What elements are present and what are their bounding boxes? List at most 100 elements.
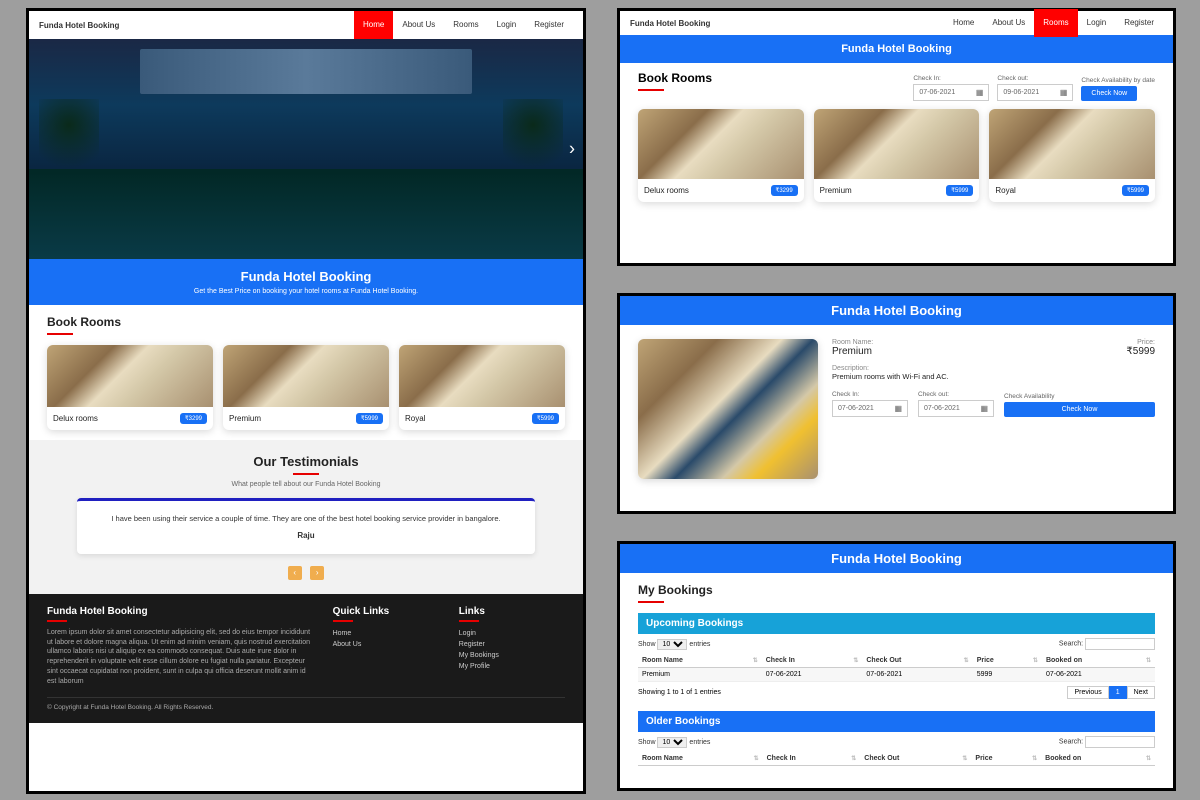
room-image bbox=[814, 109, 980, 179]
col-room[interactable]: Room Name⇅ bbox=[638, 752, 763, 766]
home-page: Funda Hotel Booking Home About Us Rooms … bbox=[26, 8, 586, 794]
table-controls: Show 10 entries Search: bbox=[638, 732, 1155, 752]
price-label: Price: bbox=[1126, 339, 1155, 346]
section-title: Book Rooms bbox=[638, 71, 905, 85]
cell-booked: 07-06-2021 bbox=[1042, 668, 1155, 682]
room-card-delux[interactable]: Delux rooms₹3299 bbox=[47, 345, 213, 430]
nav-rooms[interactable]: Rooms bbox=[444, 11, 487, 39]
footer-link-bookings[interactable]: My Bookings bbox=[459, 650, 565, 661]
sort-icon[interactable]: ⇅ bbox=[1032, 755, 1037, 762]
bookings-table-older: Room Name⇅ Check In⇅ Check Out⇅ Price⇅ B… bbox=[638, 752, 1155, 766]
room-card-royal[interactable]: Royal₹5999 bbox=[989, 109, 1155, 202]
col-price[interactable]: Price⇅ bbox=[973, 654, 1042, 668]
room-detail-page: Funda Hotel Booking Room Name:Premium Pr… bbox=[617, 293, 1176, 514]
room-name: Premium bbox=[820, 186, 852, 195]
hero-carousel: › bbox=[29, 39, 583, 259]
navbar: Funda Hotel Booking Home About Us Rooms … bbox=[620, 11, 1173, 35]
sort-icon[interactable]: ⇅ bbox=[853, 657, 858, 664]
calendar-icon[interactable]: ▦ bbox=[976, 88, 984, 97]
availability-field: Check AvailabilityCheck Now bbox=[1004, 393, 1155, 417]
checkin-input[interactable]: 07-06-2021▦ bbox=[913, 84, 989, 101]
room-name: Royal bbox=[995, 186, 1015, 195]
room-price: ₹5999 bbox=[1126, 346, 1155, 357]
room-cards: Delux rooms₹3299 Premium ₹5999 Royal₹5999 bbox=[620, 109, 1173, 214]
footer-link-register[interactable]: Register bbox=[459, 639, 565, 650]
nav-register[interactable]: Register bbox=[1115, 9, 1163, 37]
hero-banner: Funda Hotel Booking Get the Best Price o… bbox=[29, 259, 583, 305]
check-now-button[interactable]: Check Now bbox=[1081, 86, 1137, 101]
nav-register[interactable]: Register bbox=[525, 11, 573, 39]
room-card-royal[interactable]: Royal₹5999 bbox=[399, 345, 565, 430]
sort-icon[interactable]: ⇅ bbox=[962, 755, 967, 762]
room-card-premium[interactable]: Premium₹5999 bbox=[223, 345, 389, 430]
nav-login[interactable]: Login bbox=[488, 11, 526, 39]
pagination: Previous1Next bbox=[1067, 686, 1155, 699]
footer-quicklinks-title: Quick Links bbox=[333, 606, 439, 617]
footer: Funda Hotel Booking Lorem ipsum dolor si… bbox=[29, 594, 583, 722]
page-1[interactable]: 1 bbox=[1109, 686, 1127, 699]
sort-icon[interactable]: ⇅ bbox=[851, 755, 856, 762]
testimonial-prev-icon[interactable]: ‹ bbox=[288, 566, 302, 580]
nav-rooms[interactable]: Rooms bbox=[1034, 9, 1077, 37]
checkin-input[interactable]: 07-06-2021▦ bbox=[832, 400, 908, 417]
nav-about[interactable]: About Us bbox=[983, 9, 1034, 37]
nav-about[interactable]: About Us bbox=[393, 11, 444, 39]
col-checkout[interactable]: Check Out⇅ bbox=[860, 752, 971, 766]
prev-button[interactable]: Previous bbox=[1067, 686, 1108, 699]
nav-home[interactable]: Home bbox=[354, 11, 393, 39]
col-checkin[interactable]: Check In⇅ bbox=[762, 654, 863, 668]
table-row[interactable]: Premium 07-06-2021 07-06-2021 5999 07-06… bbox=[638, 668, 1155, 682]
room-price: ₹5999 bbox=[946, 185, 973, 196]
footer-link-login[interactable]: Login bbox=[459, 628, 565, 639]
calendar-icon[interactable]: ▦ bbox=[894, 404, 902, 413]
cell-price: 5999 bbox=[973, 668, 1042, 682]
footer-link-home[interactable]: Home bbox=[333, 628, 439, 639]
entries-select[interactable]: 10 bbox=[657, 639, 687, 650]
sort-icon[interactable]: ⇅ bbox=[1146, 755, 1151, 762]
brand-logo: Funda Hotel Booking bbox=[39, 21, 119, 30]
room-card-delux[interactable]: Delux rooms₹3299 bbox=[638, 109, 804, 202]
nav-login[interactable]: Login bbox=[1078, 9, 1116, 37]
search-label: Search: bbox=[1059, 739, 1083, 746]
col-price[interactable]: Price⇅ bbox=[971, 752, 1041, 766]
older-header: Older Bookings bbox=[638, 711, 1155, 732]
sort-icon[interactable]: ⇅ bbox=[1146, 657, 1151, 664]
testimonial-nav: ‹ › bbox=[47, 562, 565, 580]
room-card-premium[interactable]: Premium ₹5999 bbox=[814, 109, 980, 202]
checkout-field: Check out:07-06-2021▦ bbox=[918, 391, 994, 417]
next-button[interactable]: Next bbox=[1127, 686, 1155, 699]
calendar-icon[interactable]: ▦ bbox=[1060, 88, 1068, 97]
col-room[interactable]: Room Name⇅ bbox=[638, 654, 762, 668]
footer-copyright: © Copyright at Funda Hotel Booking. All … bbox=[47, 697, 565, 711]
banner-tagline: Get the Best Price on booking your hotel… bbox=[29, 288, 583, 295]
col-booked[interactable]: Booked on⇅ bbox=[1041, 752, 1155, 766]
sort-icon[interactable]: ⇅ bbox=[753, 657, 758, 664]
col-booked[interactable]: Booked on⇅ bbox=[1042, 654, 1155, 668]
room-image bbox=[638, 109, 804, 179]
carousel-next-icon[interactable]: › bbox=[569, 139, 575, 160]
sort-icon[interactable]: ⇅ bbox=[754, 755, 759, 762]
nav-links: Home About Us Rooms Login Register bbox=[354, 11, 573, 39]
col-checkout[interactable]: Check Out⇅ bbox=[862, 654, 972, 668]
sort-icon[interactable]: ⇅ bbox=[1033, 657, 1038, 664]
nav-home[interactable]: Home bbox=[944, 9, 983, 37]
testimonial-text: I have been using their service a couple… bbox=[97, 513, 515, 524]
col-checkin[interactable]: Check In⇅ bbox=[763, 752, 861, 766]
page-title: My Bookings bbox=[638, 583, 1155, 597]
checkout-input[interactable]: 09-06-2021▦ bbox=[997, 84, 1073, 101]
room-detail: Room Name:Premium Price:₹5999 Descriptio… bbox=[620, 325, 1173, 493]
checkout-input[interactable]: 07-06-2021▦ bbox=[918, 400, 994, 417]
footer-link-profile[interactable]: My Profile bbox=[459, 661, 565, 672]
page-banner: Funda Hotel Booking bbox=[620, 544, 1173, 573]
search-input[interactable] bbox=[1085, 736, 1155, 748]
testimonial-author: Raju bbox=[97, 530, 515, 542]
underline bbox=[333, 620, 353, 622]
footer-link-about[interactable]: About Us bbox=[333, 639, 439, 650]
testimonial-next-icon[interactable]: › bbox=[310, 566, 324, 580]
calendar-icon[interactable]: ▦ bbox=[980, 404, 988, 413]
search-input[interactable] bbox=[1085, 638, 1155, 650]
underline bbox=[293, 473, 319, 475]
check-now-button[interactable]: Check Now bbox=[1004, 402, 1155, 417]
sort-icon[interactable]: ⇅ bbox=[964, 657, 969, 664]
entries-select[interactable]: 10 bbox=[657, 737, 687, 748]
